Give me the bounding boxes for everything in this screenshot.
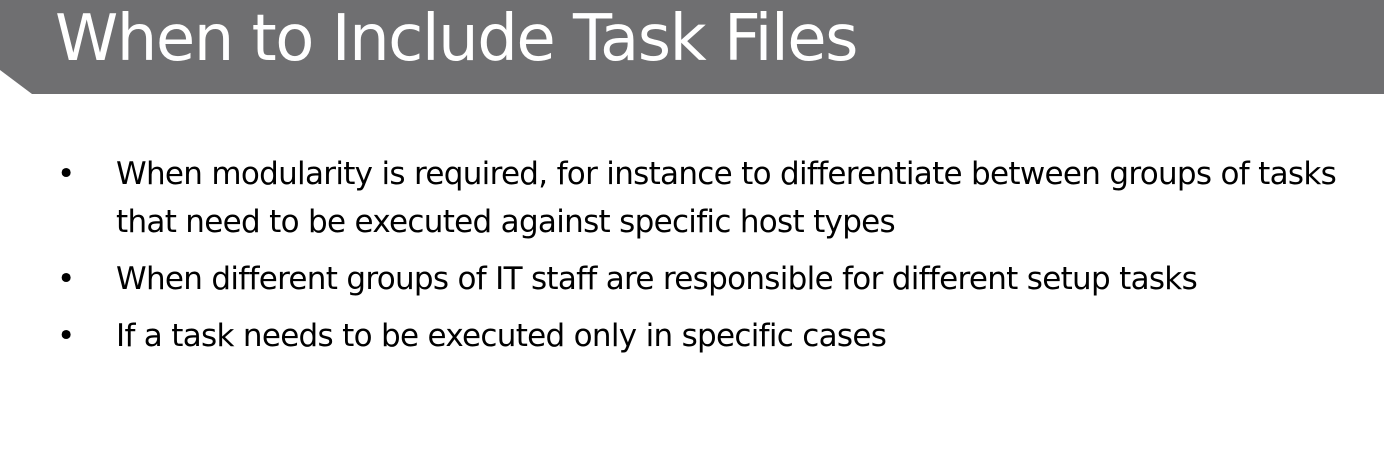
bullet-item-specific-cases: • If a task needs to be executed only in… xyxy=(55,312,1355,360)
bullet-item-it-staff: • When different groups of IT staff are … xyxy=(55,255,1355,303)
bullet-item-modularity: • When modularity is required, for insta… xyxy=(55,150,1355,246)
bullet-marker: • xyxy=(57,156,76,192)
slide: When to Include Task Files • When modula… xyxy=(0,0,1384,453)
bullet-marker: • xyxy=(57,261,76,297)
slide-title: When to Include Task Files xyxy=(55,2,858,76)
bullet-text: If a task needs to be executed only in s… xyxy=(116,318,887,354)
bullet-text: When modularity is required, for instanc… xyxy=(116,156,1337,240)
bullet-list: • When modularity is required, for insta… xyxy=(55,150,1355,369)
bullet-marker: • xyxy=(57,318,76,354)
bullet-text: When different groups of IT staff are re… xyxy=(116,261,1198,297)
